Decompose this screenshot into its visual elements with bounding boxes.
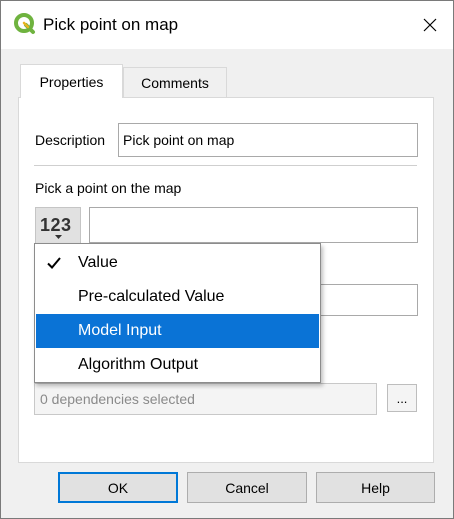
- menu-item-pre-calculated-value[interactable]: Pre-calculated Value: [36, 280, 319, 314]
- checkmark-icon: [47, 257, 61, 269]
- point-label: Pick a point on the map: [35, 180, 182, 196]
- dependencies-browse-button[interactable]: ...: [387, 384, 417, 412]
- menu-item-label: Value: [78, 254, 118, 271]
- menu-item-label: Pre-calculated Value: [78, 288, 225, 305]
- tab-properties[interactable]: Properties: [20, 64, 123, 98]
- dependencies-field: 0 dependencies selected: [34, 383, 377, 415]
- help-button[interactable]: Help: [316, 472, 435, 503]
- type-button-text: 123: [40, 215, 72, 235]
- qgis-logo-icon: [14, 13, 36, 35]
- menu-item-value[interactable]: Value: [36, 246, 319, 280]
- tab-comments-label: Comments: [141, 75, 209, 91]
- ok-button[interactable]: OK: [58, 472, 178, 503]
- menu-item-label: Model Input: [78, 322, 162, 339]
- description-input[interactable]: Pick point on map: [118, 123, 418, 157]
- value-type-button[interactable]: 123: [35, 207, 81, 244]
- chevron-down-icon: [55, 235, 62, 239]
- title-bar: Pick point on map: [1, 1, 453, 49]
- separator: [34, 165, 417, 166]
- hidden-input[interactable]: [311, 284, 418, 316]
- description-label: Description: [35, 132, 106, 148]
- close-button[interactable]: [407, 1, 453, 49]
- close-icon: [423, 18, 437, 32]
- window-title: Pick point on map: [43, 15, 179, 34]
- menu-item-model-input[interactable]: Model Input: [36, 314, 319, 348]
- tab-properties-label: Properties: [39, 73, 104, 90]
- dialog-window: Pick point on map Properties Comments De…: [0, 0, 454, 519]
- tab-comments[interactable]: Comments: [123, 67, 227, 98]
- value-type-menu: Value Pre-calculated Value Model Input A…: [34, 243, 321, 383]
- cancel-button[interactable]: Cancel: [187, 472, 307, 503]
- point-input[interactable]: [89, 207, 418, 243]
- menu-item-algorithm-output[interactable]: Algorithm Output: [36, 348, 319, 382]
- menu-item-label: Algorithm Output: [78, 356, 199, 373]
